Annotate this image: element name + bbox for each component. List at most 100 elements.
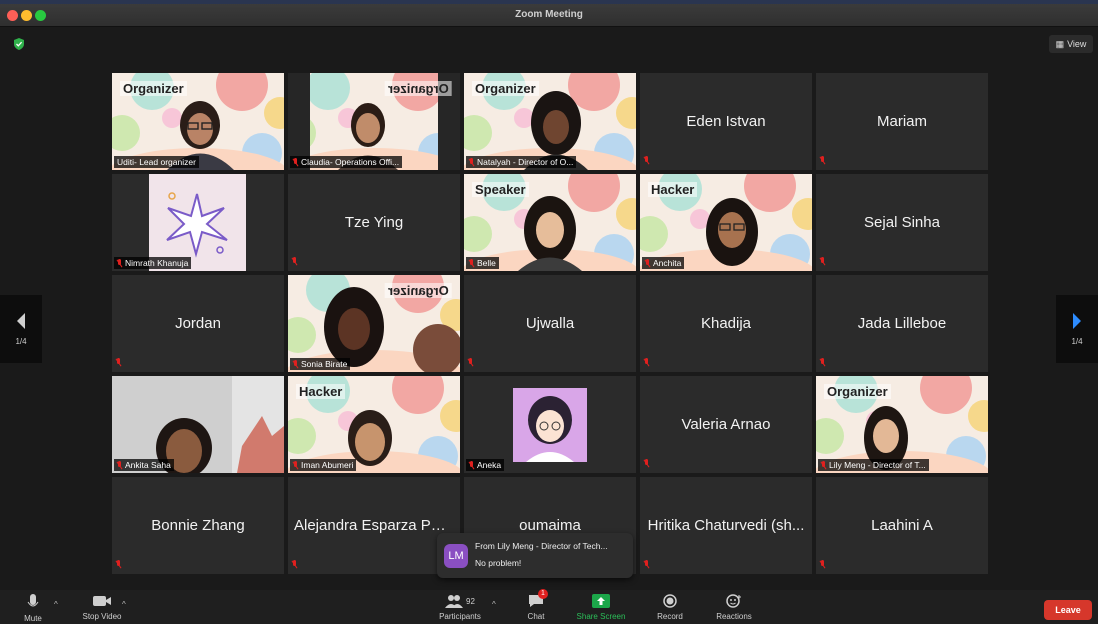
participant-name: Natalyah - Director of O... xyxy=(477,157,574,167)
video-tile-lily[interactable]: Organizer Lily Meng - Director of T... xyxy=(816,376,988,473)
video-tile-tze-ying[interactable]: Tze Ying xyxy=(288,174,460,271)
chat-message: No problem! xyxy=(475,558,522,568)
chat-notification[interactable]: LM From Lily Meng - Director of Tech... … xyxy=(437,533,633,578)
participants-icon xyxy=(445,595,464,608)
record-icon xyxy=(663,594,677,608)
window-titlebar: Zoom Meeting xyxy=(0,4,1098,27)
video-tile-ankita[interactable]: Ankita Saha xyxy=(112,376,284,473)
muted-mic-icon xyxy=(820,358,828,368)
role-badge: Hacker xyxy=(296,384,346,399)
muted-mic-icon xyxy=(644,358,652,368)
video-tile-nimrath[interactable]: Nimrath Khanuja xyxy=(112,174,284,271)
leave-button[interactable]: Leave xyxy=(1044,600,1092,620)
record-button[interactable]: Record xyxy=(652,594,688,621)
video-tile-jada[interactable]: Jada Lilleboe xyxy=(816,275,988,372)
stop-video-label: Stop Video xyxy=(82,612,122,621)
muted-mic-icon xyxy=(820,156,828,166)
video-tile-hritika[interactable]: Hritika Chaturvedi (sh... xyxy=(640,477,812,574)
video-tile-claudia[interactable]: Organizer Claudia- Operations Offi... xyxy=(288,73,460,170)
chevron-right-icon xyxy=(1073,312,1081,329)
video-tile-uditi[interactable]: Organizer Uditi- Lead organizer xyxy=(112,73,284,170)
participant-name: Aneka xyxy=(477,460,502,470)
mute-button[interactable]: Mute xyxy=(18,594,48,623)
video-tile-khadija[interactable]: Khadija xyxy=(640,275,812,372)
video-tile-anchita[interactable]: Hacker Anchita xyxy=(640,174,812,271)
participants-options-caret[interactable]: ^ xyxy=(492,600,496,609)
muted-mic-icon xyxy=(644,156,652,166)
participant-label: Natalyah - Director of O... xyxy=(466,156,577,168)
muted-mic-icon xyxy=(116,560,124,570)
next-page-button[interactable]: 1/4 xyxy=(1056,295,1098,363)
muted-mic-icon xyxy=(293,360,298,368)
participant-name: Claudia- Operations Offi... xyxy=(301,157,400,167)
next-page-counter: 1/4 xyxy=(1071,336,1083,346)
participant-label: Claudia- Operations Offi... xyxy=(290,156,403,168)
muted-mic-icon xyxy=(469,259,474,267)
video-tile-natalyah[interactable]: Organizer Natalyah - Director of O... xyxy=(464,73,636,170)
participant-name: Nimrath Khanuja xyxy=(125,258,189,268)
participant-label: Iman Abumeri xyxy=(290,459,357,471)
video-camera-icon xyxy=(93,596,111,606)
video-tile-iman[interactable]: Hacker Iman Abumeri xyxy=(288,376,460,473)
participant-label: Aneka xyxy=(466,459,505,471)
muted-mic-icon xyxy=(820,257,828,267)
previous-page-counter: 1/4 xyxy=(15,336,27,346)
role-badge: Organizer xyxy=(472,81,539,96)
video-tile-valeria[interactable]: Valeria Arnao xyxy=(640,376,812,473)
participant-name: Lily Meng - Director of T... xyxy=(829,460,926,470)
muted-mic-icon xyxy=(293,158,298,166)
video-tile-alejandra[interactable]: Alejandra Esparza Pel... xyxy=(288,477,460,574)
participant-label: Lily Meng - Director of T... xyxy=(818,459,929,471)
participant-label: Belle xyxy=(466,257,499,269)
shield-icon[interactable] xyxy=(13,38,25,50)
video-tile-sejal[interactable]: Sejal Sinha xyxy=(816,174,988,271)
role-badge: Hacker xyxy=(648,182,698,197)
muted-mic-icon xyxy=(644,459,652,469)
muted-mic-icon xyxy=(117,461,122,469)
window-title: Zoom Meeting xyxy=(515,9,583,20)
reactions-button[interactable]: Reactions xyxy=(708,594,760,621)
muted-mic-icon xyxy=(644,560,652,570)
participants-button[interactable]: 92 Participants xyxy=(430,594,490,621)
video-tile-bonnie[interactable]: Bonnie Zhang xyxy=(112,477,284,574)
video-tile-jordan[interactable]: Jordan xyxy=(112,275,284,372)
participant-name: Khadija xyxy=(700,315,752,332)
mute-options-caret[interactable]: ^ xyxy=(54,600,58,609)
video-options-caret[interactable]: ^ xyxy=(122,600,126,609)
video-tile-laahini[interactable]: Laahini A xyxy=(816,477,988,574)
video-tile-belle[interactable]: Speaker Belle xyxy=(464,174,636,271)
participant-label: Nimrath Khanuja xyxy=(114,257,192,269)
video-tile-mariam[interactable]: Mariam xyxy=(816,73,988,170)
mute-label: Mute xyxy=(24,614,42,623)
participant-name: Jordan xyxy=(175,315,221,332)
role-badge: Organizer xyxy=(824,384,891,399)
participant-label: Uditi- Lead organizer xyxy=(114,156,199,168)
video-tile-eden[interactable]: Eden Istvan xyxy=(640,73,812,170)
previous-page-button[interactable]: 1/4 xyxy=(0,295,42,363)
smiley-plus-icon xyxy=(726,594,741,608)
participant-label: Sonia Birate xyxy=(290,358,351,370)
share-screen-button[interactable]: Share Screen xyxy=(568,594,634,621)
participant-name: oumaima xyxy=(519,517,581,534)
role-badge: Organizer xyxy=(385,283,452,298)
view-label: View xyxy=(1067,39,1087,49)
stop-video-button[interactable]: Stop Video xyxy=(76,594,128,621)
video-tile-aneka[interactable]: Aneka xyxy=(464,376,636,473)
participant-name: Bonnie Zhang xyxy=(151,517,245,534)
video-tile-sonia[interactable]: Organizer Sonia Birate xyxy=(288,275,460,372)
view-button[interactable]: ▦ View xyxy=(1049,35,1093,53)
participant-name: Sejal Sinha xyxy=(864,214,940,231)
muted-mic-icon xyxy=(292,560,300,570)
participant-name: Valeria Arnao xyxy=(681,416,771,433)
chat-button[interactable]: 1 Chat xyxy=(520,589,552,621)
video-tile-ujwalla[interactable]: Ujwalla xyxy=(464,275,636,372)
chat-unread-badge: 1 xyxy=(538,589,548,599)
participants-label: Participants xyxy=(439,612,481,621)
participant-name: Sonia Birate xyxy=(301,359,348,369)
role-badge: Organizer xyxy=(120,81,187,96)
muted-mic-icon xyxy=(645,259,650,267)
participant-name: Hritika Chaturvedi (sh... xyxy=(647,517,805,534)
participant-count: 92 xyxy=(466,596,475,606)
participant-name: Jada Lilleboe xyxy=(857,315,947,332)
participant-name: Alejandra Esparza Pel... xyxy=(294,517,455,534)
